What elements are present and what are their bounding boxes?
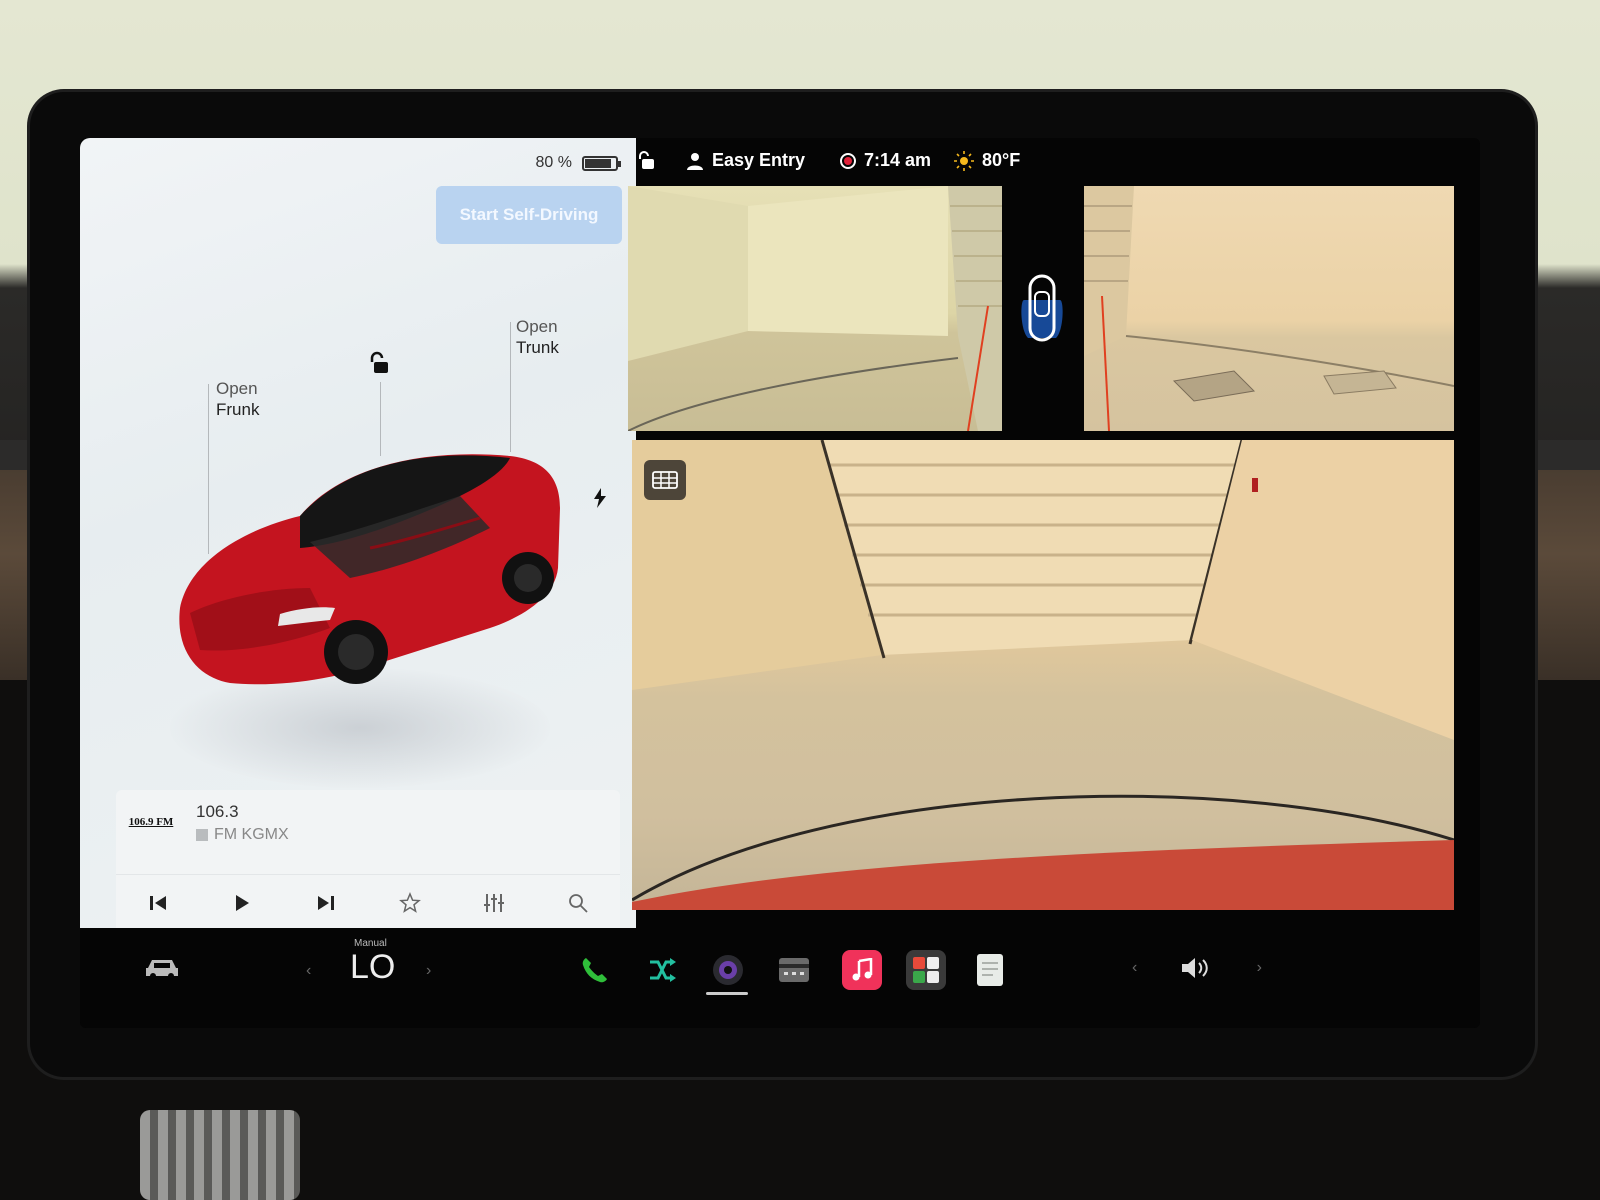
radio-frequency: 106.3 bbox=[196, 802, 239, 821]
lock-status-icon[interactable] bbox=[636, 150, 656, 170]
open-frunk-button[interactable]: Open Frunk bbox=[216, 378, 259, 420]
right-repeater-camera[interactable] bbox=[1084, 186, 1454, 431]
driver-profile[interactable]: Easy Entry bbox=[686, 150, 805, 171]
radio-icon bbox=[196, 829, 208, 841]
phone-icon[interactable] bbox=[574, 950, 614, 990]
volume-increase-icon[interactable]: › bbox=[1257, 959, 1262, 977]
equalizer-icon[interactable] bbox=[474, 883, 514, 923]
battery-indicator: 80 % bbox=[535, 154, 621, 172]
notes-icon[interactable] bbox=[970, 950, 1010, 990]
station-info: FM KGMX bbox=[196, 826, 289, 844]
search-icon[interactable] bbox=[558, 883, 598, 923]
dashcam-status[interactable]: 7:14 am bbox=[840, 150, 931, 171]
open-frunk-label-2: Frunk bbox=[216, 400, 260, 419]
volume-decrease-icon[interactable]: ‹ bbox=[1132, 959, 1137, 977]
camera-layout-button[interactable] bbox=[644, 460, 686, 500]
car-model-image bbox=[179, 454, 560, 685]
next-icon[interactable] bbox=[306, 883, 346, 923]
left-repeater-camera[interactable] bbox=[628, 186, 1002, 431]
grid-icon bbox=[652, 471, 678, 489]
touchscreen: 80 % Start Self-Driving Open Frunk Open … bbox=[80, 138, 1480, 1028]
temperature-decrease-icon[interactable]: ‹ bbox=[306, 962, 311, 980]
profile-name: Easy Entry bbox=[712, 150, 806, 170]
sun-icon bbox=[954, 150, 974, 171]
user-icon bbox=[687, 152, 703, 170]
record-icon bbox=[840, 152, 856, 169]
shuffle-icon[interactable] bbox=[642, 950, 682, 990]
open-frunk-label-1: Open bbox=[216, 379, 258, 398]
car-icon[interactable] bbox=[144, 956, 180, 985]
trunk-callout-line bbox=[510, 322, 511, 452]
climate-control[interactable]: ‹ Manual LO › bbox=[306, 934, 446, 994]
car-status-panel: 80 % Start Self-Driving Open Frunk Open … bbox=[80, 138, 636, 954]
previous-icon[interactable] bbox=[138, 883, 178, 923]
start-self-driving-button[interactable]: Start Self-Driving bbox=[436, 186, 622, 244]
star-icon[interactable] bbox=[390, 883, 430, 923]
rear-camera[interactable] bbox=[632, 440, 1454, 910]
camera-icon[interactable] bbox=[708, 950, 748, 990]
music-icon[interactable] bbox=[842, 950, 882, 990]
weather: 80°F bbox=[954, 150, 1020, 171]
battery-percent: 80 % bbox=[535, 154, 572, 171]
pedal bbox=[140, 1110, 300, 1200]
climate-temperature: LO bbox=[350, 948, 396, 986]
open-trunk-button[interactable]: Open Trunk bbox=[516, 316, 559, 358]
battery-icon bbox=[582, 155, 621, 171]
bottom-dock: ‹ Manual LO › ‹ › bbox=[80, 928, 1480, 1028]
media-controls bbox=[116, 874, 620, 930]
station-logo: 106.9 FM bbox=[128, 816, 174, 828]
station-name: FM KGMX bbox=[214, 826, 289, 843]
toybox-icon[interactable] bbox=[906, 950, 946, 990]
volume-icon[interactable] bbox=[1180, 955, 1214, 981]
home-indicator bbox=[706, 992, 748, 995]
bolt-icon[interactable] bbox=[592, 488, 608, 513]
battery-fill bbox=[585, 158, 611, 168]
car-top-view-icon[interactable] bbox=[1020, 270, 1064, 351]
open-trunk-label-1: Open bbox=[516, 317, 558, 336]
temperature-increase-icon[interactable]: › bbox=[426, 962, 431, 980]
volume-control[interactable]: ‹ › bbox=[1132, 950, 1262, 986]
outside-temperature: 80°F bbox=[982, 150, 1021, 170]
media-player: 106.9 FM 106.3 FM KGMX bbox=[116, 790, 620, 940]
dashcam-icon[interactable] bbox=[774, 950, 814, 990]
status-bar: Easy Entry 7:14 am 80°F bbox=[636, 138, 1480, 184]
lock-icon[interactable] bbox=[368, 350, 394, 381]
open-trunk-label-2: Trunk bbox=[516, 338, 559, 357]
clock: 7:14 am bbox=[864, 150, 932, 170]
play-icon[interactable] bbox=[222, 883, 262, 923]
